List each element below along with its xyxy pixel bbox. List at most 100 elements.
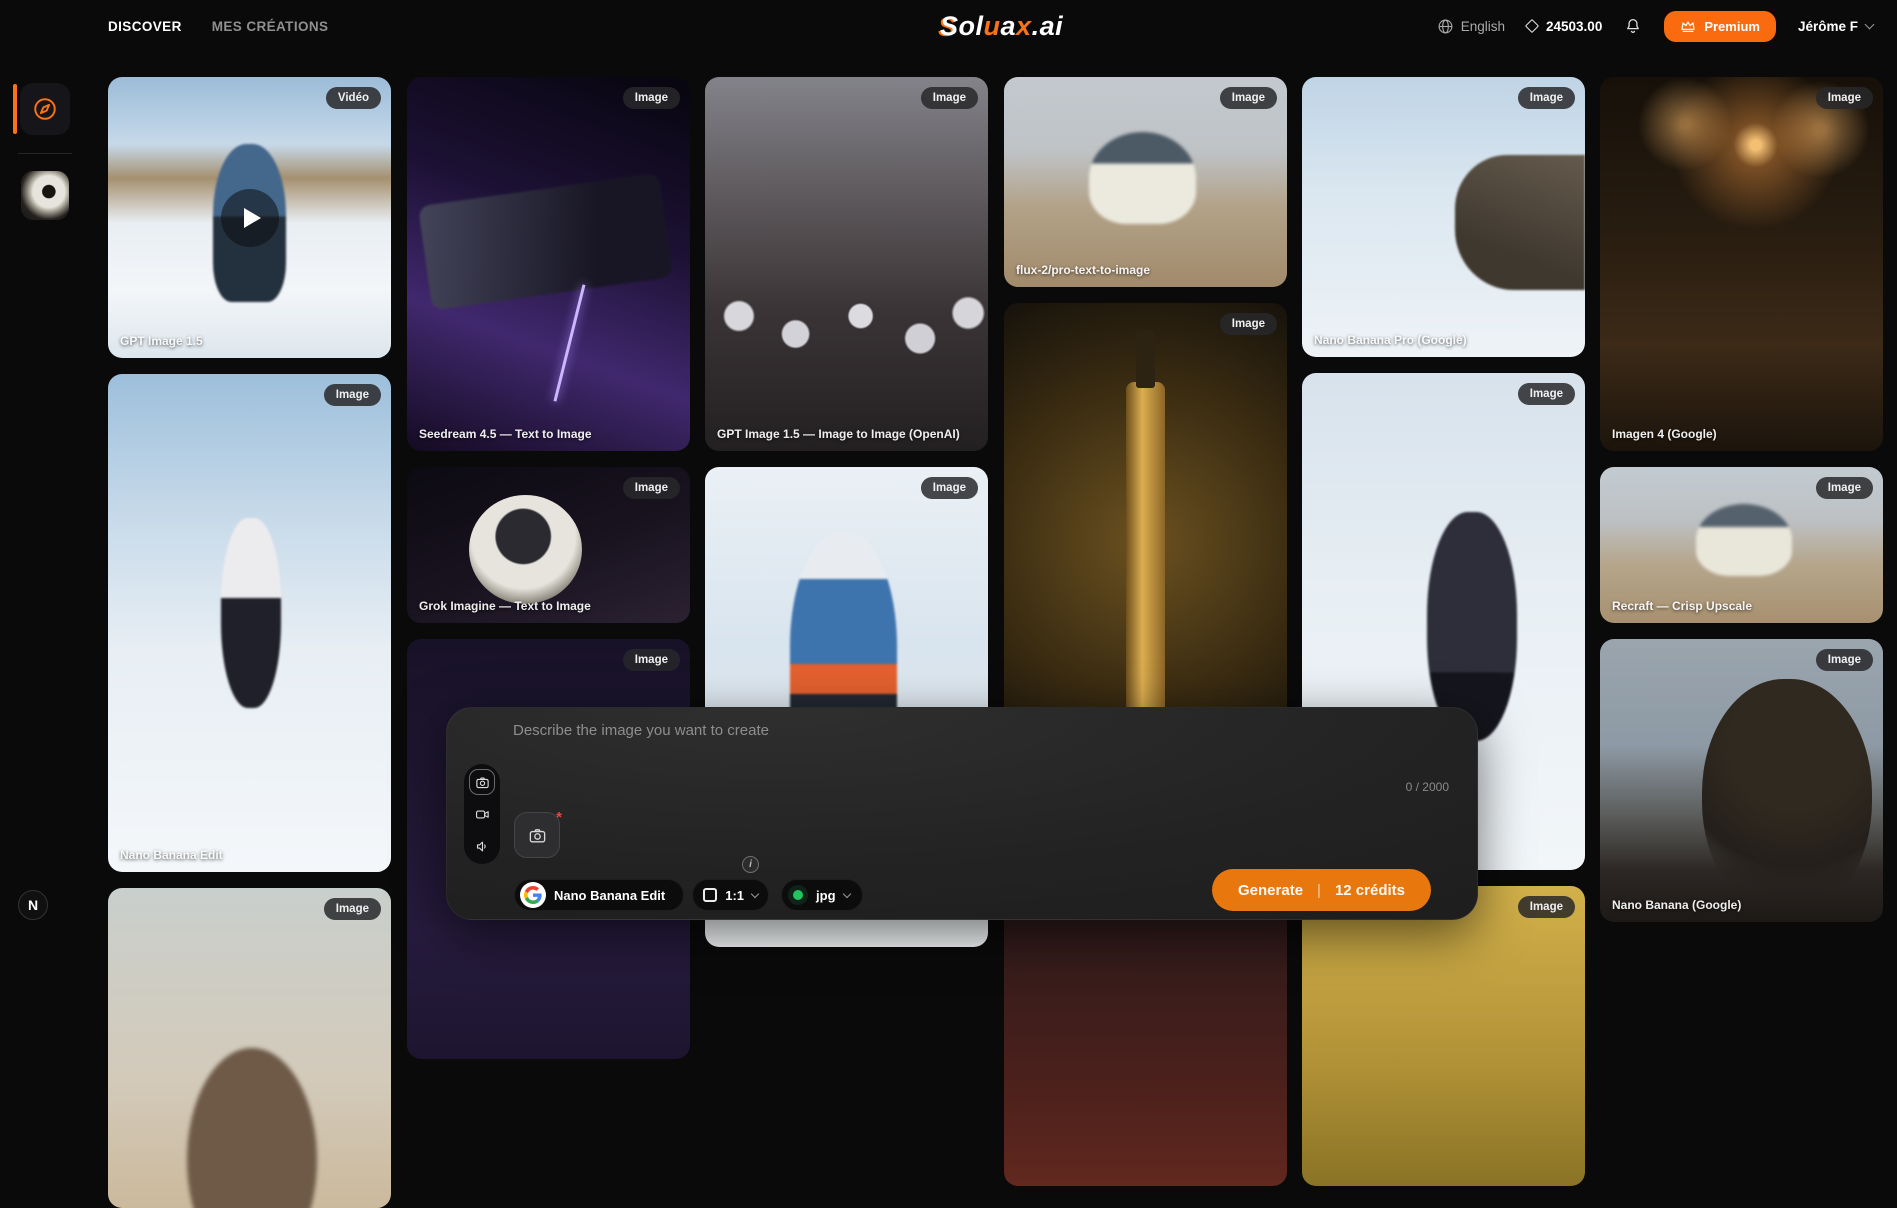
audio-mode-button[interactable] xyxy=(469,833,495,859)
active-item-indicator xyxy=(13,84,17,134)
image-mode-button[interactable] xyxy=(469,769,495,795)
aspect-ratio-selector[interactable]: 1:1 xyxy=(692,879,769,911)
primary-nav: DISCOVER MES CRÉATIONS xyxy=(108,19,328,34)
camera-icon xyxy=(528,826,547,845)
crown-icon xyxy=(1680,19,1696,33)
premium-label: Premium xyxy=(1704,19,1760,34)
gallery-column: Image flux-2/pro-text-to-image Image Ima… xyxy=(1004,77,1287,1186)
gallery-tile[interactable]: Image Imagen 4 (Google) xyxy=(1600,77,1883,451)
media-type-badge: Image xyxy=(1518,896,1575,918)
gallery-tile[interactable]: Image Seedream 4.5 — Text to Image xyxy=(407,77,690,451)
gallery-tile[interactable]: Image xyxy=(108,888,391,1208)
gallery-tile[interactable]: Image Nano Banana Pro (Google) xyxy=(1302,77,1585,357)
gallery-tile[interactable]: Image xyxy=(1302,886,1585,1186)
tile-caption: Recraft — Crisp Upscale xyxy=(1612,599,1752,613)
gallery-tile[interactable]: Image flux-2/pro-text-to-image xyxy=(1004,77,1287,287)
credit-balance-value: 24503.00 xyxy=(1546,19,1602,34)
generate-button[interactable]: Generate | 12 crédits xyxy=(1212,869,1431,911)
bell-icon xyxy=(1624,17,1642,35)
media-type-badge: Image xyxy=(1816,649,1873,671)
user-menu[interactable]: Jérôme F xyxy=(1798,19,1873,34)
tile-caption: Imagen 4 (Google) xyxy=(1612,427,1717,441)
prompt-panel: * 0 / 2000 Nano Banana Edit 1:1 i jpg xyxy=(446,707,1478,920)
tile-caption: flux-2/pro-text-to-image xyxy=(1016,263,1150,277)
play-icon xyxy=(244,208,261,228)
app-logo: Soluax.ai xyxy=(940,11,1063,42)
diamond-icon xyxy=(1525,19,1539,33)
media-type-badge: Image xyxy=(623,477,680,499)
chevron-down-icon xyxy=(1865,20,1875,30)
model-name: Nano Banana Edit xyxy=(554,888,669,903)
media-type-badge: Image xyxy=(1816,87,1873,109)
gallery-tile[interactable]: Image GPT Image 1.5 — Image to Image (Op… xyxy=(705,77,988,451)
gallery-tile[interactable]: Image Nano Banana (Google) xyxy=(1600,639,1883,922)
topbar: DISCOVER MES CRÉATIONS Soluax.ai English… xyxy=(0,0,1897,52)
required-marker: * xyxy=(556,809,562,826)
premium-button[interactable]: Premium xyxy=(1664,11,1776,42)
media-type-badge: Image xyxy=(1518,383,1575,405)
model-selector[interactable]: Nano Banana Edit xyxy=(514,879,684,911)
media-type-badge: Vidéo xyxy=(326,87,381,109)
credit-balance[interactable]: 24503.00 xyxy=(1527,19,1602,34)
tile-caption: Grok Imagine — Text to Image xyxy=(419,599,591,613)
notifications-button[interactable] xyxy=(1624,17,1642,35)
media-mode-toolbar xyxy=(464,764,500,864)
tile-caption: Nano Banana Pro (Google) xyxy=(1314,333,1467,347)
dev-overlay-badge[interactable]: N xyxy=(18,890,48,920)
media-type-badge: Image xyxy=(324,384,381,406)
language-selector[interactable]: English xyxy=(1437,18,1505,35)
speaker-icon xyxy=(475,839,490,854)
gallery-tile-video[interactable]: Vidéo GPT Image 1.5 xyxy=(108,77,391,358)
media-type-badge: Image xyxy=(1518,87,1575,109)
separator: | xyxy=(1317,882,1321,899)
tile-caption: Seedream 4.5 — Text to Image xyxy=(419,427,592,441)
globe-icon xyxy=(1437,18,1454,35)
composer-controls: Nano Banana Edit 1:1 i jpg Generate | 12… xyxy=(514,869,1431,911)
gallery-column: Vidéo GPT Image 1.5 Image Nano Banana Ed… xyxy=(108,77,391,1208)
generate-cost: 12 crédits xyxy=(1335,882,1405,899)
sidebar-item-discover[interactable] xyxy=(20,83,70,135)
prompt-input[interactable] xyxy=(513,722,1393,784)
video-mode-button[interactable] xyxy=(469,801,495,827)
format-value: jpg xyxy=(816,888,836,903)
media-type-badge: Image xyxy=(1816,477,1873,499)
output-format-selector[interactable]: jpg xyxy=(781,879,863,911)
gallery-tile[interactable]: Image Recraft — Crisp Upscale xyxy=(1600,467,1883,623)
user-name: Jérôme F xyxy=(1798,19,1858,34)
gallery-tile[interactable]: Image xyxy=(1004,886,1287,1186)
compass-icon xyxy=(32,96,58,122)
media-type-badge: Image xyxy=(623,649,680,671)
media-type-badge: Image xyxy=(1220,313,1277,335)
video-camera-icon xyxy=(475,807,490,822)
nav-tab-discover[interactable]: DISCOVER xyxy=(108,19,182,34)
chevron-down-icon xyxy=(842,889,850,897)
image-upload-button[interactable]: * xyxy=(514,812,560,858)
topbar-actions: English 24503.00 Premium Jérôme F xyxy=(1437,0,1873,52)
sidebar-item-creation-thumbnail[interactable] xyxy=(21,171,69,220)
tile-caption: GPT Image 1.5 — Image to Image (OpenAI) xyxy=(717,427,960,441)
info-icon[interactable]: i xyxy=(742,856,759,873)
tile-caption: Nano Banana (Google) xyxy=(1612,898,1741,912)
camera-icon xyxy=(475,775,490,790)
media-type-badge: Image xyxy=(1220,87,1277,109)
media-type-badge: Image xyxy=(921,477,978,499)
language-label: English xyxy=(1461,19,1505,34)
nav-tab-mes-creations[interactable]: MES CRÉATIONS xyxy=(212,19,329,34)
gallery-tile[interactable]: Image Nano Banana Edit xyxy=(108,374,391,872)
sidebar: N xyxy=(0,52,90,937)
media-type-badge: Image xyxy=(324,898,381,920)
gallery-column: Image Nano Banana Pro (Google) Image Ima… xyxy=(1302,77,1585,1186)
format-status-dot xyxy=(788,885,808,905)
media-type-badge: Image xyxy=(623,87,680,109)
tile-caption: Nano Banana Edit xyxy=(120,848,223,862)
char-counter: 0 / 2000 xyxy=(1406,780,1449,794)
square-ratio-icon xyxy=(703,888,717,902)
google-logo-icon xyxy=(520,882,546,908)
ratio-value: 1:1 xyxy=(725,888,744,903)
gallery-column: Image Imagen 4 (Google) Image Recraft — … xyxy=(1600,77,1883,922)
media-type-badge: Image xyxy=(921,87,978,109)
gallery-tile[interactable]: Image Grok Imagine — Text to Image xyxy=(407,467,690,623)
tile-caption: GPT Image 1.5 xyxy=(120,334,203,348)
chevron-down-icon xyxy=(751,889,759,897)
play-button[interactable] xyxy=(221,189,279,247)
